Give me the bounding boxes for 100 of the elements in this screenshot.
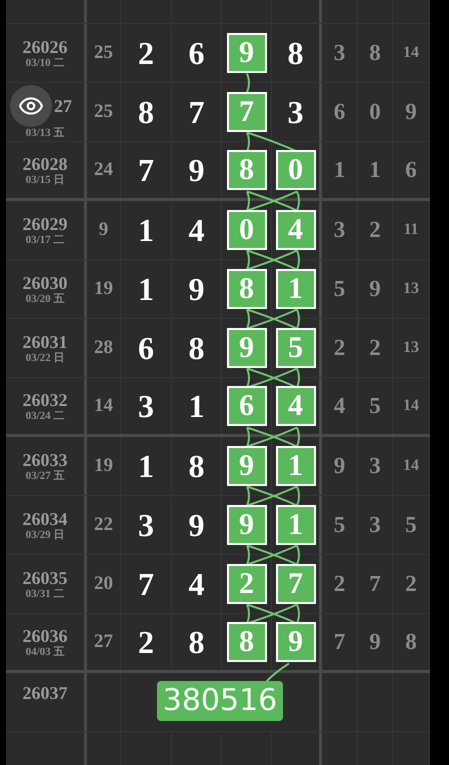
digit: 9 <box>188 506 204 544</box>
trend-line <box>246 368 300 388</box>
issue-number: 26035 <box>22 568 68 588</box>
highlighted-digit: 2 <box>226 564 266 604</box>
stat-value: 9 <box>405 99 417 125</box>
stat-value: 14 <box>403 44 419 62</box>
trend-line <box>246 544 300 566</box>
highlighted-digit: 8 <box>226 622 266 662</box>
stat-value: 0 <box>369 99 381 125</box>
trend-line <box>246 190 300 212</box>
digit: 7 <box>138 152 154 188</box>
highlighted-digit: 1 <box>276 505 316 545</box>
prediction-badge: 380516 <box>156 681 284 721</box>
stat-value: 1 <box>334 157 346 183</box>
highlighted-digit: 9 <box>226 328 266 368</box>
stat-value: 3 <box>334 40 346 66</box>
stat-value: 5 <box>334 512 346 538</box>
digit: 6 <box>188 34 204 72</box>
digit: 3 <box>138 506 154 544</box>
issue-number: 26036 <box>22 626 68 646</box>
trend-line <box>246 73 250 93</box>
digit: 1 <box>138 212 154 248</box>
highlighted-digit: 7 <box>226 92 266 132</box>
issue-date: 03/20 五 <box>26 292 64 306</box>
digit: 4 <box>188 566 204 602</box>
eye-button[interactable] <box>10 84 52 126</box>
highlighted-digit: 9 <box>226 505 266 545</box>
issue-number: 26032 <box>22 390 68 410</box>
issue-number: 26028 <box>22 154 68 174</box>
issue-number: 26034 <box>22 508 68 528</box>
issue-number: 26031 <box>22 332 68 352</box>
stat-value: 3 <box>334 217 346 243</box>
stat-value: 4 <box>334 393 346 419</box>
stat-value: 1 <box>369 157 381 183</box>
sum-value: 24 <box>94 159 113 181</box>
digit: 1 <box>138 448 154 484</box>
sum-value: 20 <box>94 573 113 595</box>
issue-date: 04/03 五 <box>26 646 64 658</box>
highlighted-digit: 5 <box>276 328 316 368</box>
issue-date: 03/29 日 <box>26 528 64 542</box>
highlighted-digit: 9 <box>276 622 316 662</box>
stat-value: 5 <box>334 276 346 302</box>
digit: 7 <box>188 94 204 130</box>
sum-value: 22 <box>94 514 113 536</box>
sum-value: 19 <box>94 278 113 300</box>
highlighted-digit: 1 <box>276 446 316 486</box>
trend-line <box>246 486 300 506</box>
sum-value: 28 <box>94 337 113 359</box>
stat-value: 2 <box>334 335 346 361</box>
digit: 4 <box>188 212 204 248</box>
issue-number: 26033 <box>22 450 68 470</box>
sum-value: 25 <box>94 101 113 123</box>
digit: 2 <box>138 624 154 660</box>
sum-value: 25 <box>94 42 113 64</box>
digit: 8 <box>288 34 304 72</box>
stat-value: 9 <box>334 453 346 479</box>
digit: 9 <box>188 270 204 308</box>
digit: 8 <box>138 94 154 130</box>
stat-value: 3 <box>369 512 381 538</box>
stat-value: 11 <box>403 221 419 239</box>
highlighted-digit: 6 <box>226 386 266 426</box>
issue-date: 03/22 日 <box>26 352 64 364</box>
highlighted-digit: 8 <box>226 269 266 309</box>
highlighted-digit: 1 <box>276 269 316 309</box>
sum-value: 19 <box>94 455 113 477</box>
issue-number: 26037 <box>22 683 68 703</box>
stat-value: 7 <box>334 629 346 655</box>
stat-value: 6 <box>405 157 417 183</box>
issue-date: 03/13 五 <box>26 126 64 140</box>
sum-value: 14 <box>94 395 113 417</box>
issue-number: 27 <box>54 96 72 116</box>
digit: 1 <box>188 388 204 424</box>
highlighted-digit: 9 <box>226 33 266 73</box>
stat-value: 2 <box>369 217 381 243</box>
stat-value: 14 <box>403 457 419 475</box>
sum-value: 9 <box>98 219 108 241</box>
digit: 3 <box>288 94 304 130</box>
stat-value: 9 <box>369 276 381 302</box>
issue-date: 03/24 二 <box>26 410 64 422</box>
stat-value: 13 <box>403 339 419 357</box>
issue-date: 03/27 五 <box>26 470 64 482</box>
highlighted-digit: 0 <box>276 150 316 190</box>
highlighted-digit: 8 <box>226 150 266 190</box>
highlighted-digit: 7 <box>276 564 316 604</box>
highlighted-digit: 4 <box>276 386 316 426</box>
stat-value: 14 <box>403 397 419 415</box>
stat-value: 2 <box>405 571 417 597</box>
stat-value: 13 <box>403 280 419 298</box>
stat-value: 2 <box>369 335 381 361</box>
digit: 8 <box>188 624 204 660</box>
stat-value: 2 <box>334 571 346 597</box>
issue-number: 26029 <box>22 214 68 234</box>
issue-number: 26026 <box>22 36 68 56</box>
trend-line <box>246 604 300 624</box>
issue-date: 03/17 二 <box>26 234 64 246</box>
digit: 7 <box>138 566 154 602</box>
stat-value: 5 <box>405 512 417 538</box>
trend-line <box>246 308 300 330</box>
trend-line <box>246 132 298 152</box>
highlighted-digit: 4 <box>276 210 316 250</box>
